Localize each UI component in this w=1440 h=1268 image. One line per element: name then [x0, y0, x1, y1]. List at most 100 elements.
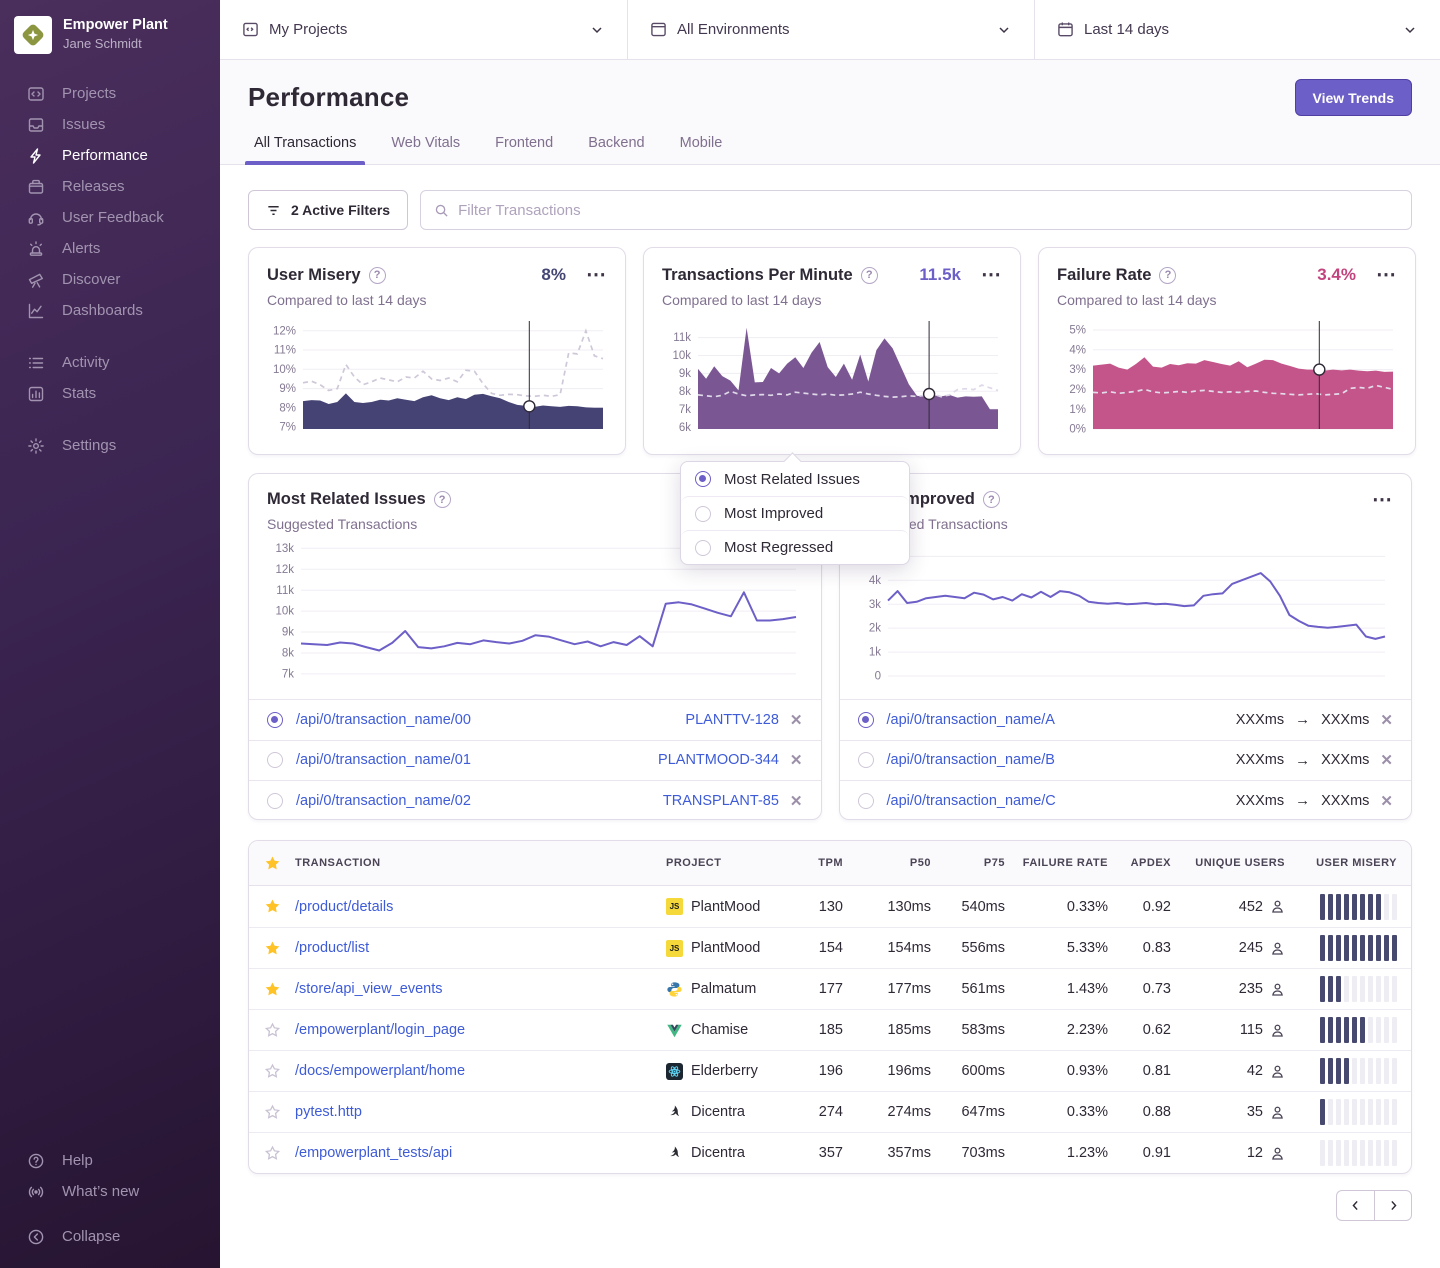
date-range-selector[interactable]: Last 14 days — [1035, 0, 1440, 59]
star-toggle[interactable] — [249, 1063, 295, 1080]
tab-web-vitals[interactable]: Web Vitals — [391, 135, 460, 164]
transaction-link[interactable]: /empowerplant/login_page — [295, 1022, 666, 1038]
tab-all-transactions[interactable]: All Transactions — [254, 135, 356, 164]
column-header-tpm[interactable]: TPM — [788, 857, 843, 869]
project-cell[interactable]: Dicentra — [666, 1104, 788, 1121]
radio-button[interactable] — [858, 793, 874, 809]
column-header-p75[interactable]: P75 — [931, 857, 1005, 869]
sidebar-item-stats[interactable]: Stats — [0, 378, 220, 409]
star-column-header[interactable] — [249, 855, 295, 872]
star-toggle[interactable] — [249, 1145, 295, 1162]
menu-option-most-related-issues[interactable]: Most Related Issues — [681, 462, 909, 496]
column-header-user-misery[interactable]: USER MISERY — [1285, 857, 1397, 869]
radio-button[interactable] — [267, 793, 283, 809]
project-cell[interactable]: JSPlantMood — [666, 898, 788, 915]
column-header-unique-users[interactable]: UNIQUE USERS — [1171, 857, 1285, 869]
star-toggle[interactable] — [249, 898, 295, 915]
environment-selector[interactable]: All Environments — [628, 0, 1035, 59]
failure-rate-value: 0.33% — [1005, 899, 1108, 915]
column-header-apdex[interactable]: APDEX — [1108, 857, 1171, 869]
sidebar-item-releases[interactable]: Releases — [0, 171, 220, 202]
radio-button[interactable] — [267, 712, 283, 728]
sidebar-item-help[interactable]: Help — [0, 1145, 220, 1176]
star-toggle[interactable] — [249, 981, 295, 998]
project-name: PlantMood — [691, 940, 760, 956]
column-header-p50[interactable]: P50 — [843, 857, 931, 869]
transaction-link[interactable]: /docs/empowerplant/home — [295, 1063, 666, 1079]
help-question-icon[interactable]: ? — [983, 491, 1000, 508]
transaction-link[interactable]: /store/api_view_events — [295, 981, 666, 997]
column-header-transaction[interactable]: TRANSACTION — [295, 857, 666, 869]
transaction-link[interactable]: /api/0/transaction_name/00 — [296, 712, 471, 728]
help-question-icon[interactable]: ? — [1159, 267, 1176, 284]
close-icon[interactable]: ✕ — [1380, 711, 1393, 729]
help-question-icon[interactable]: ? — [861, 267, 878, 284]
help-question-icon[interactable]: ? — [369, 267, 386, 284]
more-options-icon[interactable]: ⋯ — [1372, 494, 1393, 506]
tab-frontend[interactable]: Frontend — [495, 135, 553, 164]
column-header-project[interactable]: PROJECT — [666, 857, 788, 869]
radio-button[interactable] — [695, 506, 711, 522]
tab-mobile[interactable]: Mobile — [680, 135, 723, 164]
sidebar-item-user-feedback[interactable]: User Feedback — [0, 202, 220, 233]
menu-option-most-regressed[interactable]: Most Regressed — [681, 530, 909, 564]
search-input[interactable] — [458, 202, 1398, 219]
radio-button[interactable] — [267, 752, 283, 768]
star-toggle[interactable] — [249, 1022, 295, 1039]
radio-button[interactable] — [695, 540, 711, 556]
transactions-table: TRANSACTIONPROJECTTPMP50P75FAILURE RATEA… — [248, 840, 1412, 1174]
column-header-failure-rate[interactable]: FAILURE RATE — [1005, 857, 1108, 869]
menu-option-most-improved[interactable]: Most Improved — [681, 496, 909, 530]
project-cell[interactable]: Elderberry — [666, 1063, 788, 1080]
issue-link[interactable]: PLANTTV-128 — [685, 712, 779, 728]
transaction-link[interactable]: /empowerplant_tests/api — [295, 1145, 666, 1161]
issue-link[interactable]: PLANTMOOD-344 — [658, 752, 779, 768]
active-filters-button[interactable]: 2 Active Filters — [248, 190, 408, 230]
sidebar-item-alerts[interactable]: Alerts — [0, 233, 220, 264]
help-question-icon[interactable]: ? — [434, 491, 451, 508]
transaction-link[interactable]: /api/0/transaction_name/C — [887, 793, 1056, 809]
project-cell[interactable]: Chamise — [666, 1022, 788, 1039]
more-options-icon[interactable]: ⋯ — [586, 269, 607, 281]
sidebar-item-performance[interactable]: Performance — [0, 140, 220, 171]
sidebar-item-dashboards[interactable]: Dashboards — [0, 295, 220, 326]
transaction-link[interactable]: /api/0/transaction_name/02 — [296, 793, 471, 809]
next-page-button[interactable] — [1374, 1190, 1412, 1221]
close-icon[interactable]: ✕ — [790, 792, 803, 810]
sidebar-item-what-s-new[interactable]: What’s new — [0, 1176, 220, 1207]
close-icon[interactable]: ✕ — [1380, 751, 1393, 769]
transaction-link[interactable]: /api/0/transaction_name/B — [887, 752, 1055, 768]
project-cell[interactable]: Dicentra — [666, 1145, 788, 1162]
transaction-link[interactable]: /api/0/transaction_name/01 — [296, 752, 471, 768]
close-icon[interactable]: ✕ — [790, 711, 803, 729]
more-options-icon[interactable]: ⋯ — [1376, 269, 1397, 281]
radio-button[interactable] — [858, 752, 874, 768]
star-toggle[interactable] — [249, 1104, 295, 1121]
view-trends-button[interactable]: View Trends — [1295, 79, 1412, 116]
svg-text:0: 0 — [874, 671, 880, 683]
previous-page-button[interactable] — [1336, 1190, 1374, 1221]
transaction-link[interactable]: pytest.http — [295, 1104, 666, 1120]
tab-backend[interactable]: Backend — [588, 135, 644, 164]
unique-users-value: 452 — [1239, 899, 1263, 915]
radio-button[interactable] — [858, 712, 874, 728]
project-cell[interactable]: JSPlantMood — [666, 940, 788, 957]
sidebar-item-projects[interactable]: Projects — [0, 78, 220, 109]
radio-button[interactable] — [695, 471, 711, 487]
sidebar-item-discover[interactable]: Discover — [0, 264, 220, 295]
more-options-icon[interactable]: ⋯ — [981, 269, 1002, 281]
sidebar-item-issues[interactable]: Issues — [0, 109, 220, 140]
close-icon[interactable]: ✕ — [790, 751, 803, 769]
transaction-link[interactable]: /product/list — [295, 940, 666, 956]
close-icon[interactable]: ✕ — [1380, 792, 1393, 810]
transaction-link[interactable]: /api/0/transaction_name/A — [887, 712, 1055, 728]
project-selector[interactable]: My Projects — [220, 0, 628, 59]
sidebar-item-collapse[interactable]: Collapse — [0, 1221, 220, 1252]
issue-link[interactable]: TRANSPLANT-85 — [663, 793, 779, 809]
project-cell[interactable]: Palmatum — [666, 981, 788, 998]
sidebar-item-settings[interactable]: Settings — [0, 430, 220, 461]
org-switcher[interactable]: Empower Plant Jane Schmidt — [0, 12, 220, 78]
sidebar-item-activity[interactable]: Activity — [0, 347, 220, 378]
transaction-link[interactable]: /product/details — [295, 899, 666, 915]
star-toggle[interactable] — [249, 940, 295, 957]
